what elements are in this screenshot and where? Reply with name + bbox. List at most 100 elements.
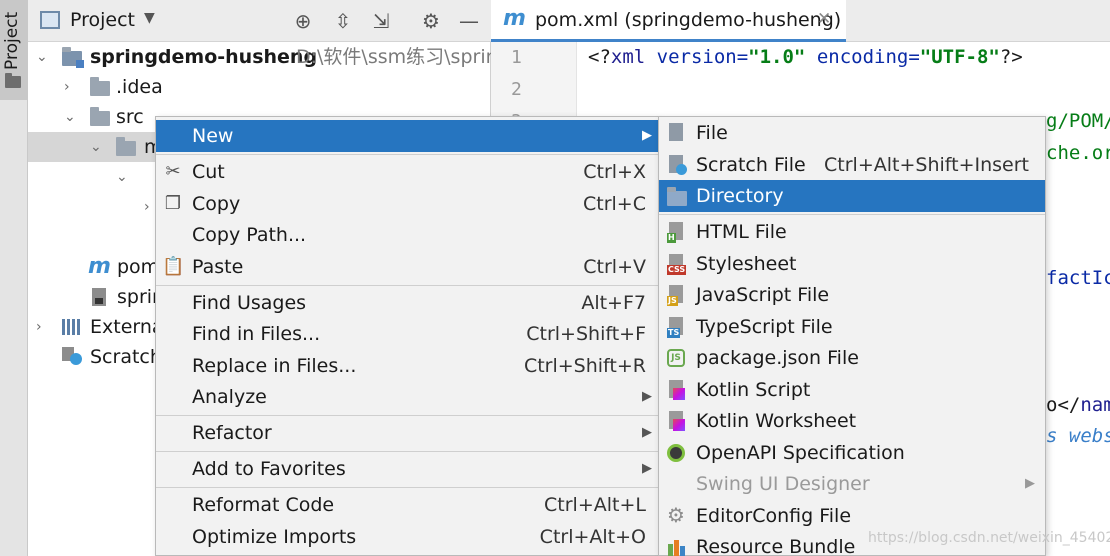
menu-item-find-in-files[interactable]: Find in Files... Ctrl+Shift+F [156,318,658,350]
clipboard-icon: 📋 [162,256,185,277]
code-token: nam [1080,394,1110,416]
html-file-icon: H [667,222,687,243]
code-fragment: s webs [1046,425,1110,447]
submenu-item-label: EditorConfig File [696,505,852,527]
menu-item-label: New [192,125,234,147]
menu-item-refactor[interactable]: Refactor ▶ [156,417,658,449]
code-fragment: che.or [1046,142,1110,164]
menu-item-analyze[interactable]: Analyze ▶ [156,381,658,413]
line-number: 1 [511,47,522,68]
menu-item-replace-in-files[interactable]: Replace in Files... Ctrl+Shift+R [156,350,658,382]
menu-separator [156,415,658,416]
project-panel-header: Project ▼ ⊕ ⇳ ⇲ ⚙ — [28,0,491,42]
submenu-item-typescript-file[interactable]: TS TypeScript File [659,311,1045,343]
menu-item-reformat-code[interactable]: Reformat Code Ctrl+Alt+L [156,489,658,521]
root-path: D:\软件\ssm练习\spring [296,46,510,68]
menu-separator [156,487,658,488]
minimize-icon[interactable]: — [456,8,482,34]
submenu-item-label: Directory [696,185,784,207]
nodejs-icon: JS [667,348,687,369]
expand-all-icon[interactable]: ⇳ [330,8,356,34]
new-submenu: File Scratch File Ctrl+Alt+Shift+Insert … [658,116,1046,556]
menu-shortcut: Ctrl+C [583,193,646,215]
menu-item-new[interactable]: New ▶ [156,120,658,152]
submenu-item-file[interactable]: File [659,117,1045,149]
module-folder-icon [62,47,84,68]
menu-separator [659,214,1045,215]
code-fragment: g/POM/ [1046,110,1110,132]
menu-item-optimize-imports[interactable]: Optimize Imports Ctrl+Alt+O [156,521,658,553]
submenu-item-label: Resource Bundle [696,536,856,556]
tree-label-src: src [116,106,144,128]
chevron-down-icon[interactable]: ▼ [144,10,155,26]
menu-item-copy[interactable]: ❐ Copy Ctrl+C [156,188,658,220]
chevron-right-icon[interactable]: › [144,192,150,222]
submenu-item-scratch-file[interactable]: Scratch File Ctrl+Alt+Shift+Insert [659,149,1045,181]
menu-item-label: Replace in Files... [192,355,357,377]
menu-item-label: Add to Favorites [192,458,346,480]
menu-separator [156,451,658,452]
project-tool-tab[interactable]: Project [0,0,28,100]
submenu-item-javascript-file[interactable]: JS JavaScript File [659,279,1045,311]
kotlin-icon [667,380,687,401]
submenu-item-stylesheet[interactable]: CSS Stylesheet [659,248,1045,280]
collapse-all-icon[interactable]: ⇲ [368,8,394,34]
project-panel-title[interactable]: Project [70,9,135,31]
resource-bundle-icon [667,537,687,556]
chevron-right-icon[interactable]: › [36,312,42,342]
menu-item-find-usages[interactable]: Find Usages Alt+F7 [156,287,658,319]
submenu-shortcut: Ctrl+Alt+Shift+Insert [824,154,1029,176]
chevron-down-icon[interactable]: ⌄ [64,102,76,132]
submenu-item-openapi[interactable]: OpenAPI Specification [659,437,1045,469]
menu-shortcut: Ctrl+X [583,161,646,183]
maven-file-icon: m [503,6,526,31]
gear-icon[interactable]: ⚙ [418,8,444,34]
menu-item-label: Refactor [192,422,272,444]
tree-label-pom: pom [117,256,160,278]
menu-item-cut[interactable]: ✂ Cut Ctrl+X [156,156,658,188]
folder-icon [5,73,21,88]
submenu-arrow-icon: ▶ [642,389,652,404]
submenu-item-label: Kotlin Script [696,379,811,401]
submenu-arrow-icon: ▶ [642,461,652,476]
line-number: 2 [511,79,522,100]
folder-icon [116,137,136,156]
menu-item-copy-path[interactable]: Copy Path... [156,219,658,251]
submenu-item-kotlin-script[interactable]: Kotlin Script [659,374,1045,406]
folder-icon [667,186,687,207]
tree-label-spring: sprir [117,286,160,308]
close-icon[interactable]: ✕ [817,9,831,29]
root-name: springdemo-husheng [90,46,318,68]
submenu-arrow-icon: ▶ [1025,476,1035,491]
chevron-down-icon[interactable]: ⌄ [90,132,102,162]
submenu-item-label: HTML File [696,221,787,243]
chevron-right-icon[interactable]: › [64,72,70,102]
editor-tab-bar: m pom.xml (springdemo-husheng) ✕ [491,0,1110,42]
submenu-item-kotlin-worksheet[interactable]: Kotlin Worksheet [659,405,1045,437]
submenu-item-package-json[interactable]: JS package.json File [659,342,1045,374]
code-token: "UTF-8" [919,46,1000,68]
submenu-item-html-file[interactable]: H HTML File [659,216,1045,248]
menu-item-label: Copy Path... [192,224,307,246]
folder-icon [90,107,110,126]
submenu-item-editorconfig[interactable]: ⚙ EditorConfig File [659,500,1045,532]
locate-icon[interactable]: ⊕ [290,8,316,34]
submenu-item-directory[interactable]: Directory [659,180,1045,212]
spring-file-icon [92,288,106,306]
gear-icon: ⚙ [667,503,685,527]
libraries-icon [62,319,82,335]
code-token: xml [610,46,646,68]
menu-item-paste[interactable]: 📋 Paste Ctrl+V [156,251,658,283]
chevron-down-icon[interactable]: ⌄ [116,162,128,192]
scratch-icon [62,347,82,365]
editor-tab-pom[interactable]: m pom.xml (springdemo-husheng) ✕ [491,0,846,42]
chevron-down-icon[interactable]: ⌄ [36,42,48,72]
code-line-1[interactable]: <?xml version="1.0" encoding="UTF-8"?> [588,46,1023,68]
menu-item-label: Copy [192,193,241,215]
menu-item-add-to-favorites[interactable]: Add to Favorites ▶ [156,453,658,485]
maven-file-icon: m [88,254,111,279]
menu-shortcut: Alt+F7 [581,292,646,314]
submenu-item-label: Stylesheet [696,253,797,275]
menu-shortcut: Ctrl+Shift+R [523,355,646,377]
menu-item-label: Reformat Code [192,494,335,516]
